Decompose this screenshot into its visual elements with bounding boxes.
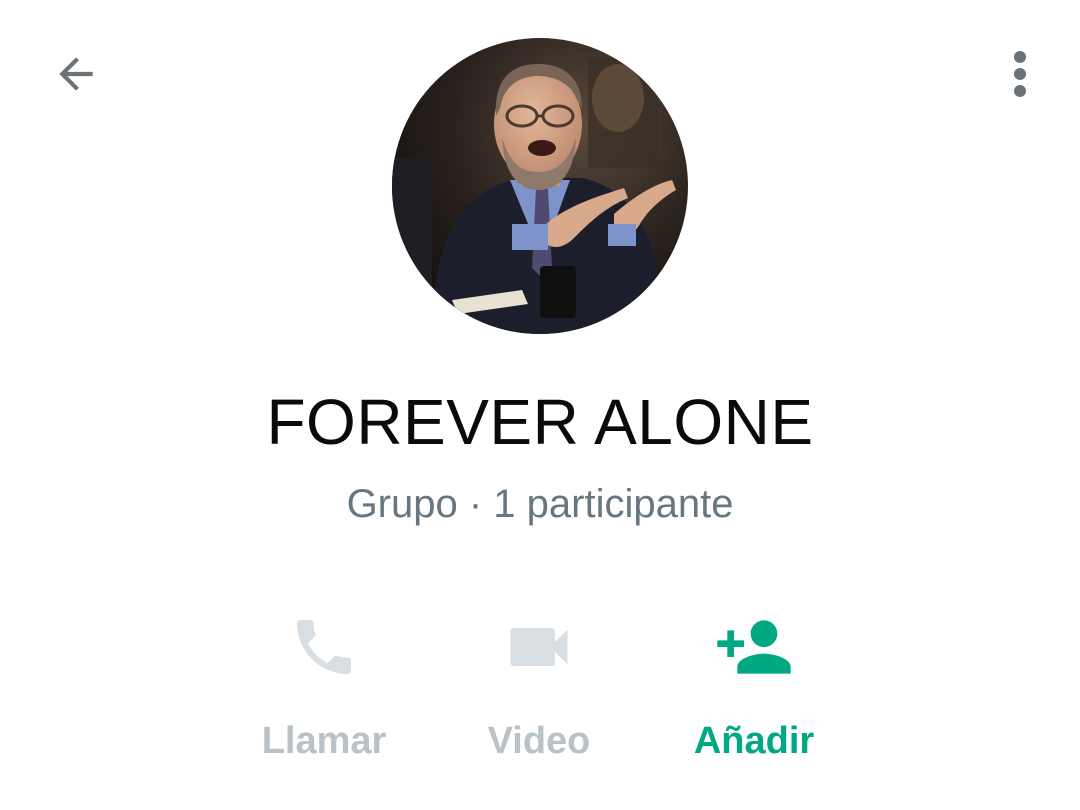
back-button[interactable] — [46, 46, 106, 106]
video-icon — [494, 602, 584, 692]
call-button[interactable]: Llamar — [224, 590, 424, 770]
add-participant-button[interactable]: Añadir — [654, 590, 854, 770]
more-vertical-icon — [1012, 50, 1028, 103]
add-person-icon — [709, 602, 799, 692]
phone-icon — [279, 602, 369, 692]
group-avatar[interactable] — [392, 38, 688, 334]
more-options-button[interactable] — [990, 46, 1050, 106]
group-subtitle: Grupo · 1 participante — [346, 482, 734, 526]
video-call-button[interactable]: Video — [439, 590, 639, 770]
call-label: Llamar — [261, 720, 387, 762]
group-info-screen: FOREVER ALONE Grupo · 1 participante Lla… — [0, 0, 1080, 810]
add-label: Añadir — [693, 720, 815, 762]
video-label: Video — [487, 720, 591, 762]
group-name: FOREVER ALONE — [266, 386, 814, 458]
group-photo — [392, 38, 688, 334]
arrow-left-icon — [51, 49, 101, 104]
